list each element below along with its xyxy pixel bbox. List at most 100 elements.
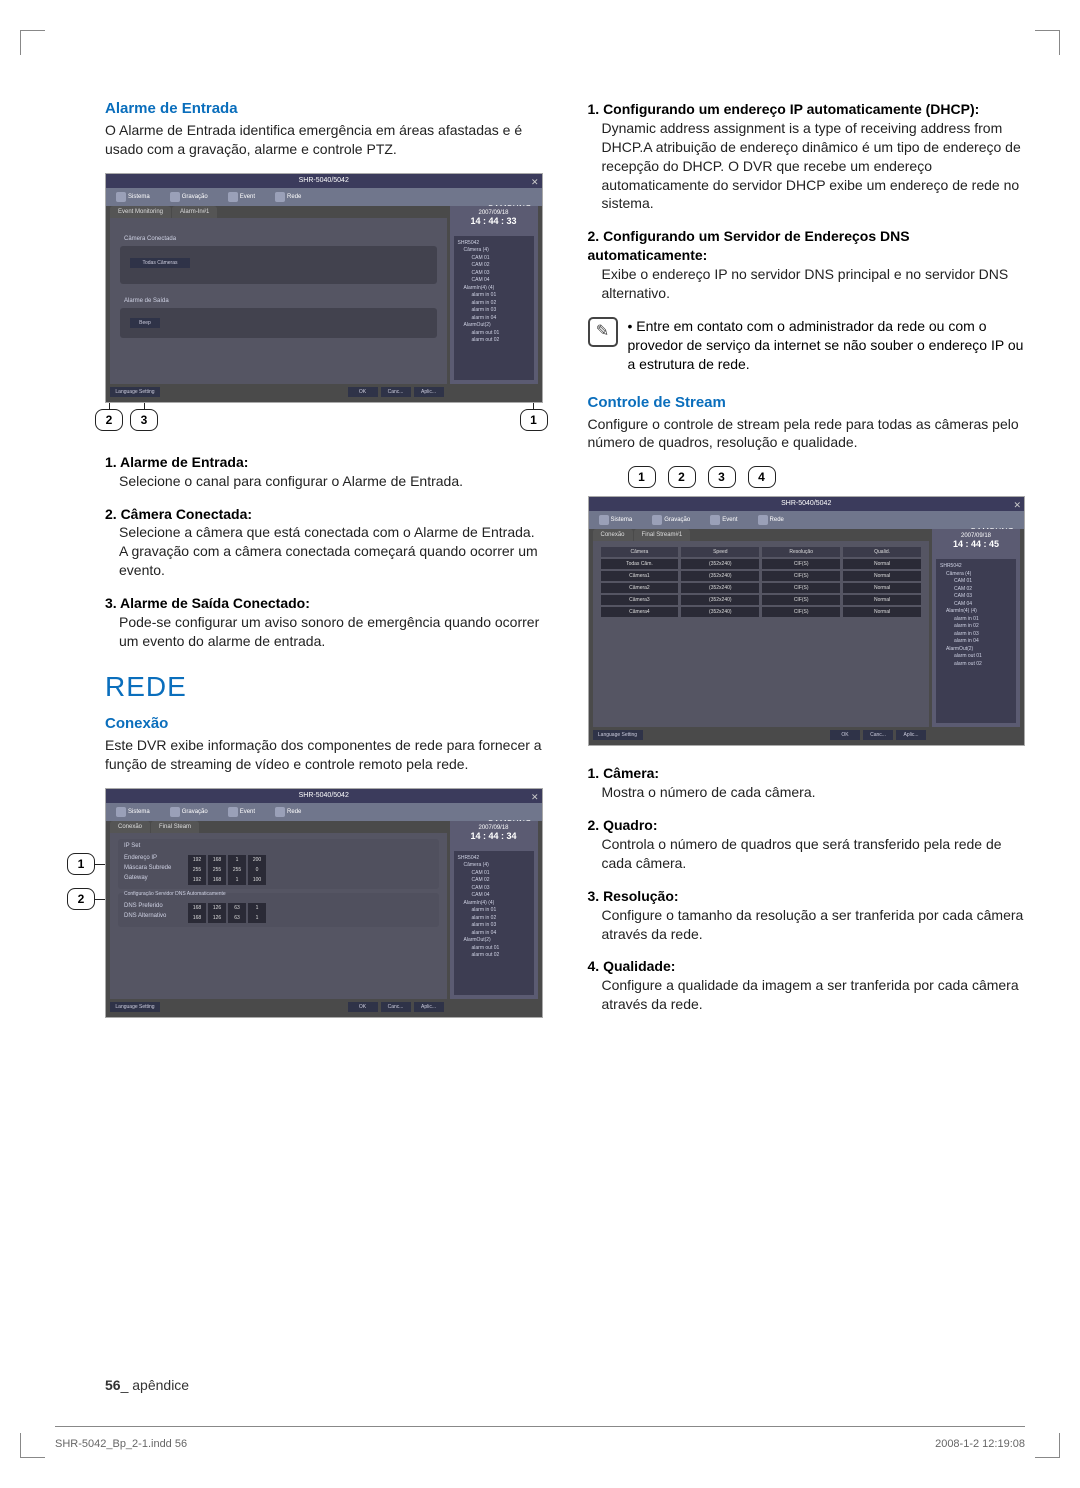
scr-side-panel: 2007/09/18 14 : 44 : 34 SHR5042 Câmera (…: [450, 821, 538, 999]
scr-time: 2007/09/18 14 : 44 : 45: [932, 533, 1020, 549]
tree-ain3: alarm in 03: [940, 631, 1012, 639]
tb-event: Event: [240, 809, 255, 815]
tree-cam2: CAM 02: [940, 586, 1012, 594]
stream-row: Câmera3 (352x240) CIF(S) Normal: [601, 595, 922, 605]
tree-aout1: alarm out 01: [458, 945, 530, 953]
tree-ain1: alarm in 01: [458, 907, 530, 915]
para-controle-stream: Configure o controle de stream pela rede…: [588, 415, 1026, 453]
crop-mark: [20, 30, 45, 55]
screenshot-event: SHR-5040/5042 ✕ Sistema Gravação Event Re…: [105, 173, 543, 403]
print-footer: SHR-5042_Bp_2-1.indd 56 2008-1-2 12:19:0…: [55, 1438, 1025, 1450]
rr-item-4-body: Configure a qualidade da imagem a ser tr…: [602, 976, 1026, 1014]
tree-cam2: CAM 02: [458, 877, 530, 885]
event-icon: [710, 515, 720, 525]
lbl-dns2: DNS Alternativo: [124, 913, 166, 919]
scr-title: SHR-5040/5042: [299, 792, 349, 799]
ip-panel: IP Set Endereço IP Máscara Subrede Gatew…: [118, 839, 439, 889]
btn-cancel: Canc...: [381, 387, 411, 397]
tree-cam1: CAM 01: [458, 870, 530, 878]
item-2-body: Selecione a câmera que está conectada co…: [119, 523, 543, 580]
rr-item-2-head: 2. Quadro:: [588, 816, 1026, 835]
th-qual: Qualid.: [843, 547, 921, 557]
ip-oct: 255: [208, 865, 226, 875]
scr-toolbar: Sistema Gravação Event Rede SAMSUNG: [106, 188, 542, 206]
section-rede: REDE: [105, 671, 543, 703]
screenshot-stream: SHR-5040/5042✕ Sistema Gravação Event Re…: [588, 496, 1026, 746]
crop-mark: [1035, 30, 1060, 55]
callout-line: [144, 403, 145, 409]
td-speed: (352x240): [681, 595, 759, 605]
scr-main-area: IP Set Endereço IP Máscara Subrede Gatew…: [110, 833, 447, 999]
callout-2b: 2: [67, 888, 95, 910]
callout-3c: 3: [708, 466, 736, 488]
tab-conexao: Conexão: [110, 821, 150, 833]
callout-2c: 2: [668, 466, 696, 488]
td-qual: Normal: [843, 583, 921, 593]
td-qual: Normal: [843, 559, 921, 569]
td-res: CIF(S): [762, 571, 840, 581]
td-cam: Câmera1: [601, 571, 679, 581]
dns-oct: 63: [228, 903, 246, 913]
btn-language: Language Setting: [110, 387, 160, 397]
tb-network: Rede: [287, 194, 301, 200]
td-res: CIF(S): [762, 607, 840, 617]
content-columns: Alarme de Entrada O Alarme de Entrada id…: [55, 100, 1025, 1028]
close-icon: ✕: [531, 175, 539, 189]
footer-label: apêndice: [128, 1377, 189, 1393]
scr-titlebar: SHR-5040/5042 ✕: [106, 174, 542, 188]
screenshot-network: SHR-5040/5042✕ Sistema Gravação Event Re…: [105, 788, 543, 1018]
tree-ain4: alarm in 04: [458, 315, 530, 323]
ip-oct: 192: [188, 855, 206, 865]
dns-oct: 1: [248, 913, 266, 923]
page-number: 56: [105, 1377, 121, 1393]
tree-alarmin: AlarmIn(4) (4): [458, 285, 530, 293]
heading-conexao: Conexão: [105, 715, 543, 732]
stream-row: Câmera1 (352x240) CIF(S) Normal: [601, 571, 922, 581]
heading-controle-stream: Controle de Stream: [588, 394, 1026, 411]
system-icon: [116, 192, 126, 202]
dns-oct: 168: [188, 913, 206, 923]
panel-camera-conectada: Câmera Conectada Todas Câmeras: [120, 246, 437, 284]
btn-beep: Beep: [130, 318, 160, 328]
tb-system: Sistema: [611, 517, 633, 523]
td-qual: Normal: [843, 571, 921, 581]
scr-clock: 14 : 44 : 33: [450, 216, 538, 226]
rr-item-3: 3. Resolução: Configure o tamanho da res…: [588, 887, 1026, 944]
close-icon: ✕: [531, 790, 539, 804]
th-speed: Speed: [681, 547, 759, 557]
tree-ain2: alarm in 02: [458, 915, 530, 923]
btn-cancel: Canc...: [381, 1002, 411, 1012]
tree-alarmin: AlarmIn(4) (4): [458, 900, 530, 908]
dns-panel: Configuração Servidor DNS Automaticament…: [118, 893, 439, 927]
callout-1: 1: [520, 409, 548, 431]
r-item-1: 1. Configurando um endereço IP automatic…: [588, 100, 1026, 213]
network-icon: [275, 192, 285, 202]
footer-rule: [55, 1426, 1025, 1427]
ip-oct: 255: [228, 865, 246, 875]
lbl-mask: Máscara Subrede: [124, 865, 171, 871]
tab-alarm-in: Alarm-In#1: [172, 206, 217, 218]
tb-network: Rede: [770, 517, 784, 523]
ip-oct: 192: [188, 875, 206, 885]
lbl-ip: Endereço IP: [124, 855, 157, 861]
scr-title: SHR-5040/5042: [299, 177, 349, 184]
tree-root: SHR5042: [940, 563, 1012, 571]
btn-ok: OK: [830, 730, 860, 740]
tree-cam: Câmera (4): [940, 571, 1012, 579]
rr-item-3-body: Configure o tamanho da resolução a ser t…: [602, 906, 1026, 944]
callout-2: 2: [95, 409, 123, 431]
callout-line: [109, 403, 110, 409]
scr-tabs: Conexão Final Stream#1: [593, 529, 692, 541]
tree-aout1: alarm out 01: [940, 653, 1012, 661]
tree-alarmout: AlarmOut(2): [458, 322, 530, 330]
btn-language: Language Setting: [593, 730, 643, 740]
scr-tabs: Conexão Final Steam: [110, 821, 200, 833]
tree-cam: Câmera (4): [458, 862, 530, 870]
btn-apply: Aplic...: [896, 730, 926, 740]
item-3: 3. Alarme de Saída Conectado: Pode-se co…: [105, 594, 543, 651]
figure-1-wrap: SHR-5040/5042 ✕ Sistema Gravação Event Re…: [105, 173, 543, 403]
tb-record: Gravação: [182, 809, 208, 815]
r-item-1-body: Dynamic address assignment is a type of …: [602, 119, 1026, 213]
ip-oct: 1: [228, 875, 246, 885]
th-camera: Câmera: [601, 547, 679, 557]
